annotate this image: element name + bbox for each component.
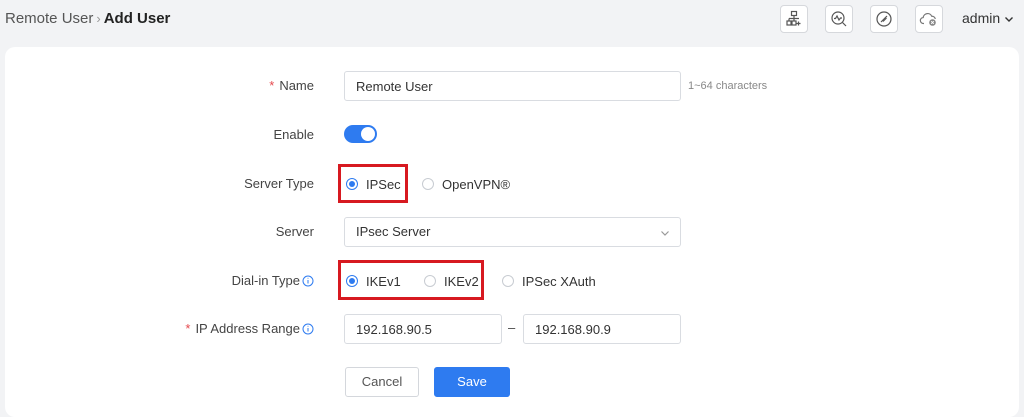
user-menu[interactable]: admin	[962, 10, 1014, 26]
ip-range-start-input[interactable]	[344, 314, 502, 344]
required-marker: *	[185, 321, 191, 336]
breadcrumb: Remote User › Add User	[5, 9, 170, 29]
info-icon[interactable]	[302, 275, 314, 287]
dial-in-ipsec-xauth-radio[interactable]: IPSec XAuth	[502, 272, 596, 290]
chevron-down-icon	[1005, 17, 1014, 23]
server-select-value: IPsec Server	[356, 224, 431, 239]
server-label: Server	[275, 224, 314, 239]
dial-in-type-label: Dial-in Type	[232, 272, 314, 290]
network-topology-icon	[786, 10, 801, 26]
server-type-openvpn-radio[interactable]: OpenVPN®	[422, 175, 510, 193]
toggle-knob	[361, 127, 375, 141]
network-topology-button[interactable]	[780, 5, 808, 33]
cloud-disconnected-icon	[919, 12, 936, 26]
enable-toggle[interactable]	[344, 125, 377, 143]
radio-unchecked-icon	[424, 275, 436, 287]
radio-unchecked-icon	[502, 275, 514, 287]
info-icon[interactable]	[302, 323, 314, 335]
form-panel: *Name 1~64 characters Enable Server Type…	[5, 47, 1019, 417]
user-name: admin	[962, 10, 1001, 26]
required-marker: *	[269, 78, 275, 93]
radio-checked-icon	[346, 178, 358, 190]
name-label: * Name	[269, 78, 314, 93]
save-button[interactable]: Save	[434, 367, 510, 397]
breadcrumb-current: Add User	[103, 10, 171, 27]
network-diagnosis-button[interactable]	[825, 5, 853, 33]
server-select[interactable]: IPsec Server	[344, 217, 681, 247]
ip-range-end-input[interactable]	[523, 314, 681, 344]
radio-unchecked-icon	[422, 178, 434, 190]
cloud-status-button[interactable]	[915, 5, 943, 33]
server-type-label: Server Type	[244, 176, 314, 191]
enable-label: Enable	[273, 127, 314, 142]
chevron-down-icon	[661, 231, 669, 236]
breadcrumb-separator-icon: ›	[96, 11, 101, 26]
block-icon	[876, 11, 892, 27]
radio-checked-icon	[346, 275, 358, 287]
breadcrumb-parent-link[interactable]: Remote User	[5, 10, 93, 27]
name-input[interactable]	[344, 71, 681, 101]
cancel-button[interactable]: Cancel	[345, 367, 419, 397]
network-diagnosis-icon	[831, 11, 847, 27]
dial-in-ikev1-radio[interactable]: IKEv1	[346, 272, 401, 290]
ip-range-label: * IP Address Range	[185, 320, 314, 338]
ip-range-separator: –	[508, 320, 516, 335]
server-type-ipsec-radio[interactable]: IPSec	[346, 175, 401, 193]
top-bar: Remote User › Add User admin	[0, 0, 1024, 40]
dial-in-ikev2-radio[interactable]: IKEv2	[424, 272, 479, 290]
block-button[interactable]	[870, 5, 898, 33]
name-hint: 1~64 characters	[688, 80, 768, 92]
